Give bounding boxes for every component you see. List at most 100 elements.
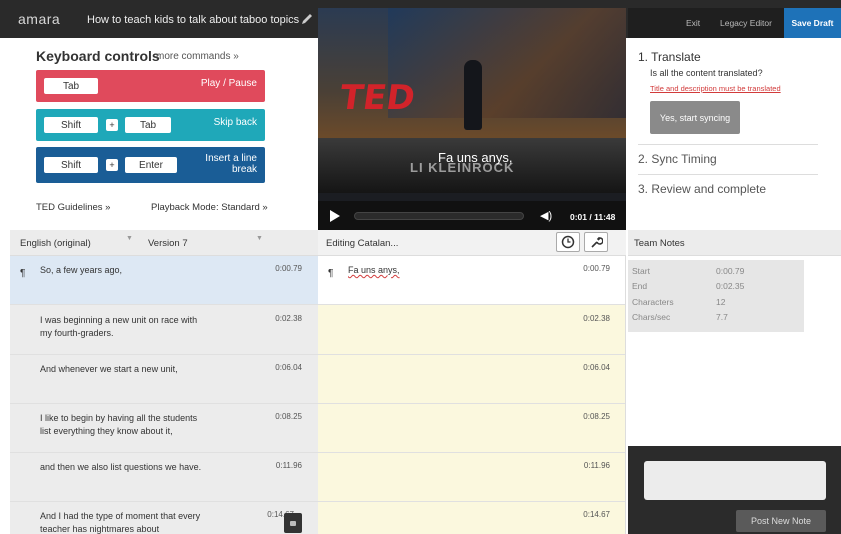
- subtitle-text: And whenever we start a new unit,: [40, 364, 178, 374]
- more-commands-link[interactable]: more commands »: [156, 51, 239, 62]
- target-subtitle-row[interactable]: 0:14.67: [318, 502, 625, 534]
- target-subtitle-list: ¶ Fa uns anys, 0:00.79 0:02.38 0:06.04 0…: [318, 256, 626, 534]
- source-subtitle-row[interactable]: I was beginning a new unit on race with …: [10, 306, 318, 355]
- step-review-complete: 3. Review and complete: [638, 182, 767, 196]
- video-frame: TED LI KLEINROCK Fa uns anys,: [318, 8, 626, 193]
- source-subtitle-list: ¶ So, a few years ago, 0:00.79 I was beg…: [10, 256, 318, 534]
- time-display: 0:01 / 11:48: [570, 212, 616, 222]
- chevron-down-icon[interactable]: ▼: [126, 235, 133, 242]
- shortcut-action-line1: Insert a line: [205, 153, 257, 164]
- play-icon[interactable]: [330, 210, 340, 222]
- save-draft-button[interactable]: Save Draft: [784, 8, 841, 38]
- divider: [638, 174, 818, 175]
- subtitle-time: 0:00.79: [275, 264, 302, 273]
- key-shift: Shift: [44, 117, 98, 133]
- key-enter: Enter: [125, 157, 177, 173]
- shortcut-insert-line-break: Shift + Enter Insert a line break: [36, 147, 265, 183]
- target-header: Editing Catalan...: [318, 230, 626, 256]
- subtitle-time: 0:06.04: [275, 363, 302, 372]
- translate-question: Is all the content translated?: [650, 68, 763, 78]
- source-subtitle-row[interactable]: I like to begin by having all the studen…: [10, 404, 318, 453]
- target-subtitle-row[interactable]: 0:08.25: [318, 404, 625, 453]
- post-new-note-button[interactable]: Post New Note: [736, 510, 826, 532]
- keyboard-controls-panel: Keyboard controls more commands » Tab Pl…: [10, 38, 317, 230]
- subtitle-time: 0:08.25: [583, 412, 610, 421]
- video-controls: ◀︎) 0:01 / 11:48: [318, 201, 626, 230]
- target-subtitle-row[interactable]: 0:02.38: [318, 306, 625, 355]
- stage-screen: [388, 8, 626, 118]
- shortcut-action: Skip back: [213, 117, 257, 128]
- subtitle-time: 0:02.38: [583, 314, 610, 323]
- subtitle-time: 0:11.96: [275, 461, 302, 470]
- stat-label: End: [632, 281, 648, 291]
- paragraph-icon[interactable]: ¶: [20, 268, 25, 279]
- volume-icon[interactable]: ◀︎): [540, 209, 552, 222]
- pencil-icon[interactable]: [300, 12, 314, 26]
- source-subtitle-row[interactable]: ¶ So, a few years ago, 0:00.79: [10, 256, 318, 305]
- stat-value: 0:00.79: [716, 266, 745, 276]
- stat-value: 12: [716, 297, 726, 307]
- wrench-icon: [591, 236, 603, 248]
- stat-label: Characters: [632, 297, 674, 307]
- shortcut-action: Play / Pause: [200, 78, 257, 89]
- shortcut-play-pause: Tab Play / Pause: [36, 70, 265, 102]
- timing-tool-button[interactable]: [556, 232, 580, 252]
- paragraph-icon[interactable]: ¶: [328, 268, 333, 279]
- subtitle-text: I was beginning a new unit on race with …: [40, 315, 198, 338]
- tools-menu-button[interactable]: [584, 232, 608, 252]
- exit-link[interactable]: Exit: [686, 18, 700, 28]
- ted-logo: TED: [337, 78, 418, 118]
- plus-sign: +: [106, 119, 118, 131]
- video-player[interactable]: TED LI KLEINROCK Fa uns anys, ◀︎) 0:01 /…: [318, 8, 626, 230]
- source-subtitle-row[interactable]: And I had the type of moment that every …: [10, 502, 318, 534]
- target-subtitle-row[interactable]: 0:06.04: [318, 355, 625, 404]
- translate-warning-link[interactable]: Title and description must be translated: [650, 84, 781, 93]
- amara-logo[interactable]: amara: [18, 11, 60, 27]
- chevron-down-icon[interactable]: ▼: [256, 235, 263, 242]
- stat-value: 0:02.35: [716, 281, 745, 291]
- source-subtitle-row[interactable]: and then we also list questions we have.…: [10, 453, 318, 502]
- video-caption: Fa uns anys,: [438, 150, 513, 165]
- lock-icon[interactable]: [284, 513, 302, 533]
- stat-label: Chars/sec: [632, 312, 671, 322]
- subtitle-edit-field[interactable]: Fa uns anys,: [348, 264, 548, 277]
- ted-guidelines-link[interactable]: TED Guidelines »: [36, 202, 110, 213]
- shortcut-skip-back: Shift + Tab Skip back: [36, 109, 265, 141]
- subtitle-time: 0:02.38: [275, 314, 302, 323]
- start-syncing-button[interactable]: Yes, start syncing: [650, 101, 740, 134]
- editing-language-label: Editing Catalan...: [326, 238, 399, 249]
- divider: [638, 144, 818, 145]
- legacy-editor-link[interactable]: Legacy Editor: [720, 18, 772, 28]
- keyboard-controls-title: Keyboard controls: [36, 48, 160, 64]
- team-notes-title: Team Notes: [634, 238, 685, 249]
- key-shift: Shift: [44, 157, 98, 173]
- subtitle-time: 0:06.04: [583, 363, 610, 372]
- stat-label: Start: [632, 266, 650, 276]
- source-subtitle-row[interactable]: And whenever we start a new unit, 0:06.0…: [10, 355, 318, 404]
- subtitle-text: So, a few years ago,: [40, 265, 123, 275]
- shortcut-action-line2: break: [231, 164, 257, 175]
- speaker-silhouette: [464, 60, 482, 130]
- subtitle-text: I like to begin by having all the studen…: [40, 413, 198, 436]
- new-note-input[interactable]: [644, 461, 826, 500]
- subtitle-text: and then we also list questions we have.: [40, 462, 202, 472]
- step-translate: 1. Translate: [638, 50, 701, 64]
- subtitle-time: 0:00.79: [583, 264, 610, 273]
- playback-mode-link[interactable]: Playback Mode: Standard »: [151, 202, 268, 213]
- subtitle-time: 0:08.25: [275, 412, 302, 421]
- target-subtitle-row[interactable]: ¶ Fa uns anys, 0:00.79: [318, 256, 625, 305]
- subtitle-text: And I had the type of moment that every …: [40, 511, 201, 534]
- key-tab: Tab: [44, 78, 98, 94]
- progress-bar[interactable]: [354, 212, 524, 220]
- clock-icon: [561, 235, 575, 249]
- version-select[interactable]: Version 7: [148, 238, 188, 249]
- plus-sign: +: [106, 159, 118, 171]
- subtitle-time: 0:11.96: [583, 461, 610, 470]
- language-select[interactable]: English (original): [20, 238, 91, 249]
- step-sync-timing: 2. Sync Timing: [638, 152, 717, 166]
- notes-header: Team Notes: [628, 230, 841, 256]
- key-tab: Tab: [125, 117, 171, 133]
- target-subtitle-row[interactable]: 0:11.96: [318, 453, 625, 502]
- shortcut-action: Insert a line break: [205, 153, 257, 175]
- stat-value: 7.7: [716, 312, 728, 322]
